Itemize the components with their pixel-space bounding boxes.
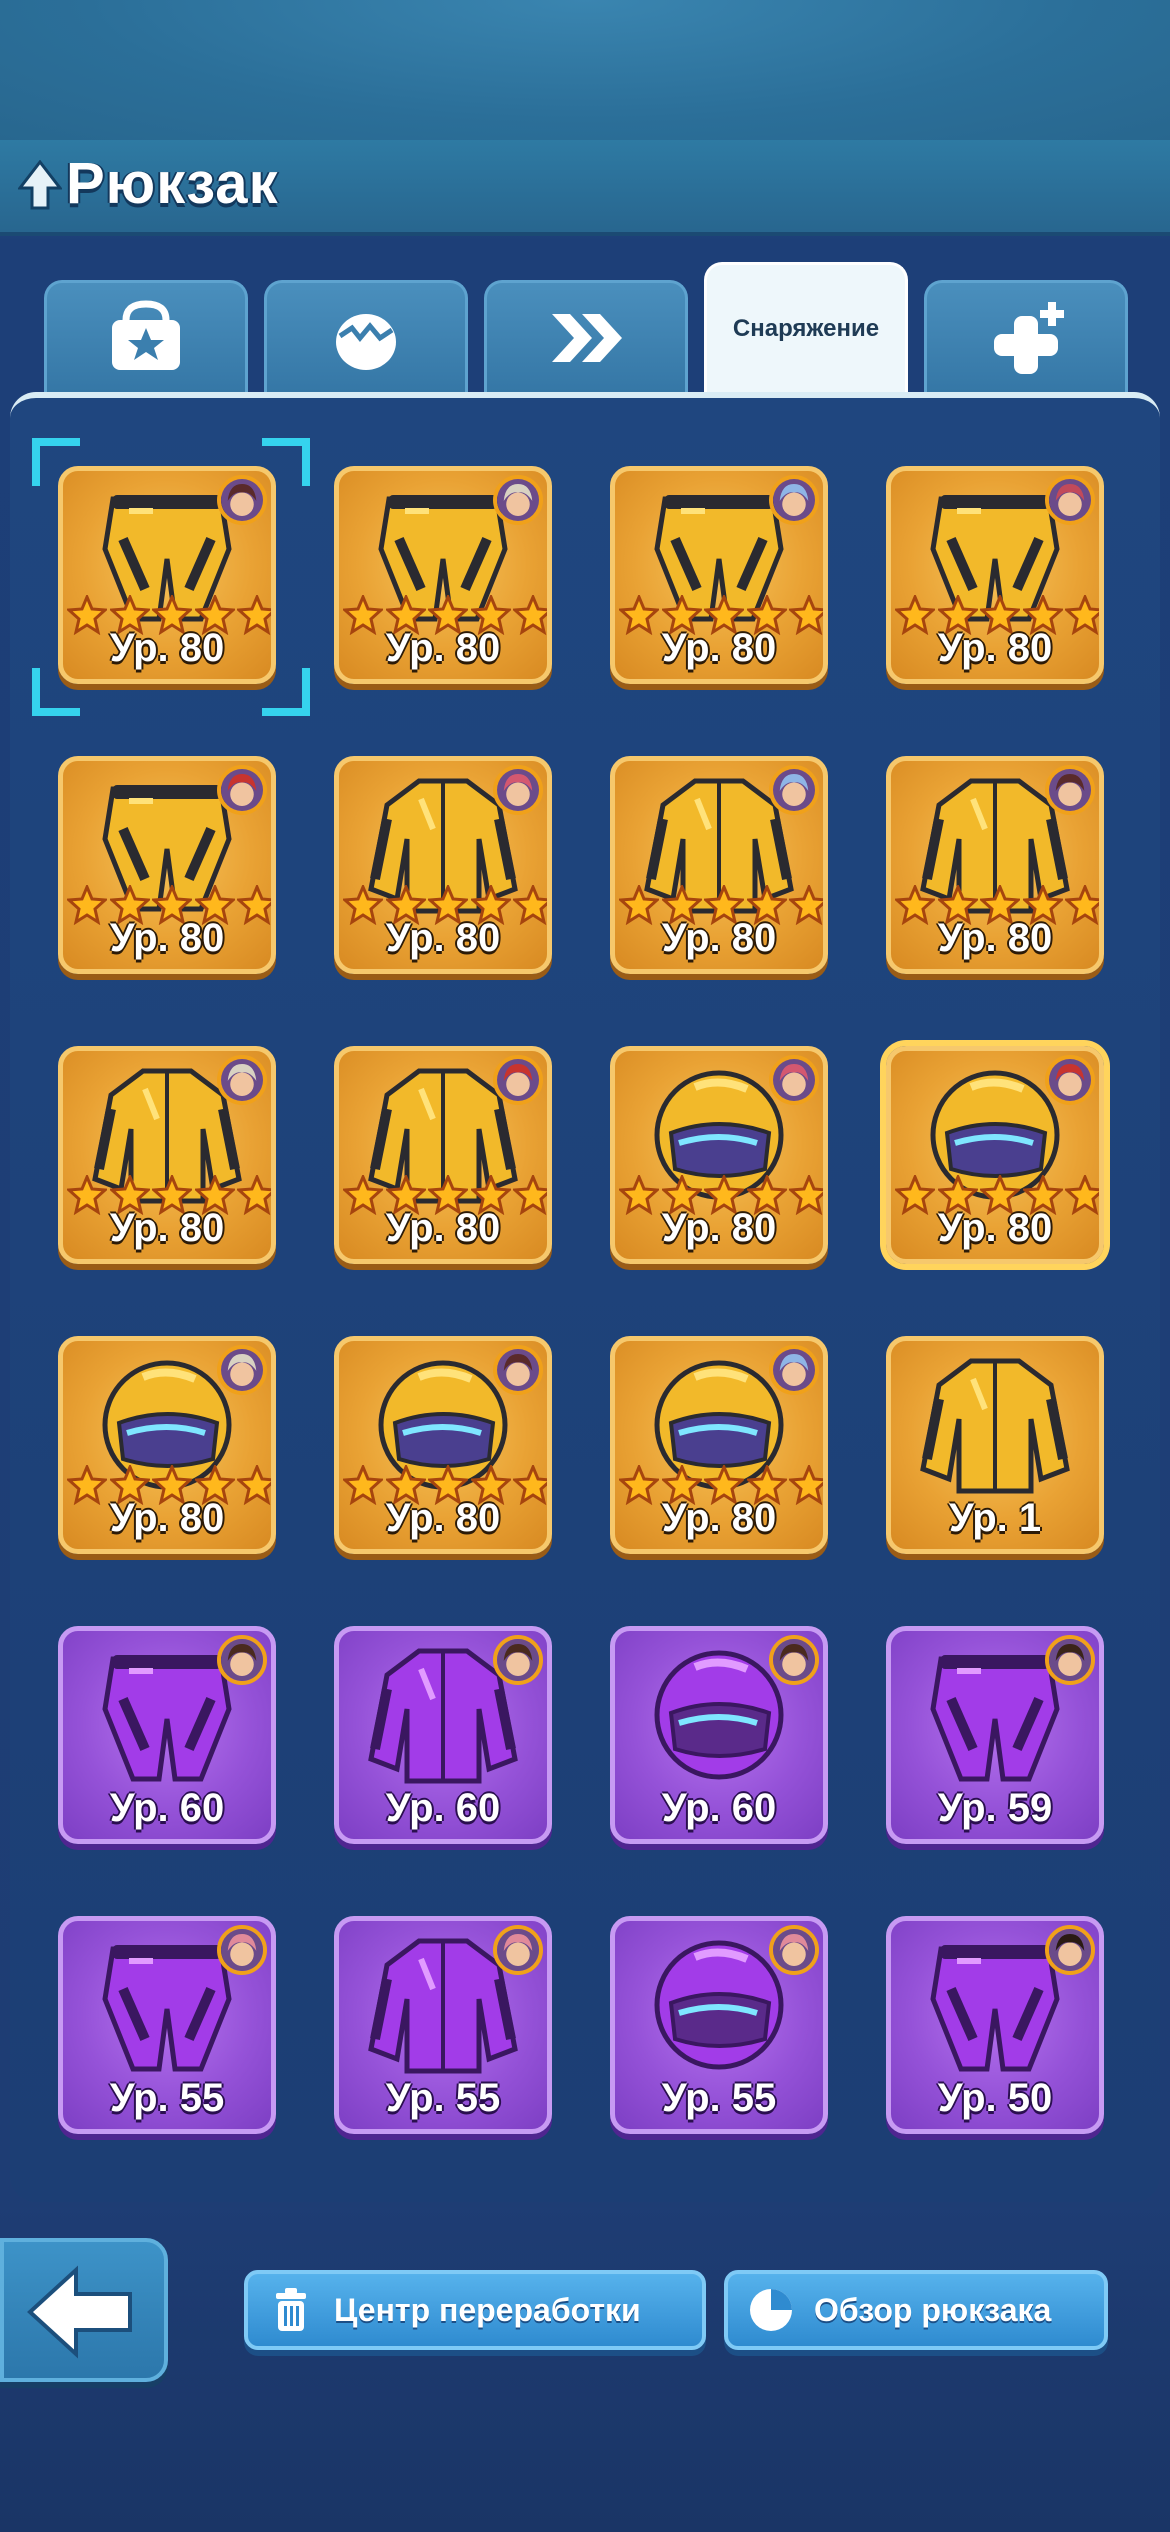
equipment-item-jacket[interactable]: Ур. 80 (334, 1046, 552, 1264)
up-arrow-tree-icon (18, 160, 62, 210)
tab-equipment[interactable]: Снаряжение (704, 262, 908, 392)
hero-avatar (1045, 475, 1095, 525)
hero-avatar (493, 1345, 543, 1395)
hero-avatar (769, 1635, 819, 1685)
trash-icon (276, 2288, 306, 2331)
hero-avatar (769, 1345, 819, 1395)
tab-extra[interactable] (924, 280, 1128, 392)
equipment-item-helmet[interactable]: Ур. 60 (610, 1626, 828, 1844)
hero-avatar (217, 475, 267, 525)
item-level: Ур. 80 (109, 1496, 225, 1540)
item-level: Ур. 1 (948, 1496, 1042, 1540)
hero-avatar (769, 1055, 819, 1105)
backpack-overview-label: Обзор рюкзака (814, 2291, 1052, 2328)
hero-avatar (217, 765, 267, 815)
equipment-item-jacket[interactable]: Ур. 80 (610, 756, 828, 974)
item-level: Ур. 80 (937, 916, 1053, 960)
back-button[interactable] (0, 2238, 168, 2382)
selection-corner (262, 438, 310, 486)
equipment-item-helmet[interactable]: Ур. 55 (610, 1916, 828, 2134)
hero-avatar (493, 1055, 543, 1105)
tab-boosts[interactable] (484, 280, 688, 392)
selection-corner (32, 668, 80, 716)
hero-avatar (217, 1345, 267, 1395)
egg-icon (336, 313, 396, 370)
backpack-overview-button[interactable]: Обзор рюкзака (724, 2270, 1108, 2350)
bag-star-icon (112, 299, 180, 370)
equipment-item-helmet[interactable]: Ур. 80 (886, 1046, 1104, 1264)
hero-avatar (217, 1055, 267, 1105)
hero-avatar (769, 765, 819, 815)
equipment-item-jacket[interactable]: Ур. 80 (58, 1046, 276, 1264)
equipment-item-pants[interactable]: Ур. 60 (58, 1626, 276, 1844)
tab-materials[interactable] (264, 280, 468, 392)
item-level: Ур. 80 (385, 1496, 501, 1540)
item-level: Ур. 80 (661, 1206, 777, 1250)
hero-avatar (493, 765, 543, 815)
selection-corner (32, 438, 80, 486)
equipment-item-pants[interactable]: Ур. 80 (58, 466, 276, 684)
recycle-center-button[interactable]: Центр переработки (244, 2270, 706, 2350)
top-banner (0, 0, 1170, 140)
item-level: Ур. 80 (661, 916, 777, 960)
item-level: Ур. 80 (385, 1206, 501, 1250)
back-arrow-icon (27, 2265, 132, 2359)
item-level: Ур. 80 (109, 916, 225, 960)
item-level: Ур. 80 (937, 1206, 1053, 1250)
double-chevron-icon (552, 313, 622, 362)
hero-avatar (769, 475, 819, 525)
equipment-item-helmet[interactable]: Ур. 80 (334, 1336, 552, 1554)
hero-avatar (769, 1925, 819, 1975)
equipment-item-pants[interactable]: Ур. 50 (886, 1916, 1104, 2134)
equipment-item-pants[interactable]: Ур. 80 (334, 466, 552, 684)
equipment-item-pants[interactable]: Ур. 55 (58, 1916, 276, 2134)
hero-avatar (1045, 1055, 1095, 1105)
equipment-item-jacket[interactable]: Ур. 80 (334, 756, 552, 974)
item-level: Ур. 60 (385, 1786, 501, 1830)
equipment-item-pants[interactable]: Ур. 80 (610, 466, 828, 684)
pie-chart-icon (750, 2289, 792, 2331)
equipment-item-pants[interactable]: Ур. 59 (886, 1626, 1104, 1844)
item-level: Ур. 59 (937, 1786, 1053, 1830)
page-title: Рюкзак (66, 151, 279, 216)
equipment-item-pants[interactable]: Ур. 80 (58, 756, 276, 974)
equipment-item-jacket[interactable]: Ур. 1 (886, 1336, 1104, 1554)
hero-avatar (217, 1635, 267, 1685)
item-level: Ур. 60 (109, 1786, 225, 1830)
item-level: Ур. 55 (385, 2076, 501, 2120)
item-level: Ур. 80 (661, 626, 777, 670)
hero-avatar (1045, 765, 1095, 815)
equipment-item-pants[interactable]: Ур. 80 (886, 466, 1104, 684)
equipment-item-helmet[interactable]: Ур. 80 (610, 1336, 828, 1554)
item-level: Ур. 55 (109, 2076, 225, 2120)
selection-corner (262, 668, 310, 716)
equipment-item-helmet[interactable]: Ур. 80 (58, 1336, 276, 1554)
item-level: Ур. 50 (937, 2076, 1053, 2120)
item-level: Ур. 60 (661, 1786, 777, 1830)
plus-icon (994, 301, 1064, 374)
hero-avatar (1045, 1635, 1095, 1685)
hero-avatar (1045, 1925, 1095, 1975)
equipment-item-helmet[interactable]: Ур. 80 (610, 1046, 828, 1264)
recycle-center-label: Центр переработки (334, 2291, 641, 2328)
equipment-item-jacket[interactable]: Ур. 60 (334, 1626, 552, 1844)
item-level: Ур. 80 (109, 1206, 225, 1250)
item-level: Ур. 80 (385, 916, 501, 960)
item-level: Ур. 80 (661, 1496, 777, 1540)
item-level: Ур. 80 (385, 626, 501, 670)
hero-avatar (493, 1635, 543, 1685)
tab-chests[interactable] (44, 280, 248, 392)
hero-avatar (493, 475, 543, 525)
equipment-item-jacket[interactable]: Ур. 80 (886, 756, 1104, 974)
equipment-item-jacket[interactable]: Ур. 55 (334, 1916, 552, 2134)
hero-avatar (493, 1925, 543, 1975)
tab-equipment-label: Снаряжение (732, 314, 880, 342)
item-level: Ур. 80 (937, 626, 1053, 670)
item-level: Ур. 55 (661, 2076, 777, 2120)
item-level: Ур. 80 (109, 626, 225, 670)
hero-avatar (217, 1925, 267, 1975)
